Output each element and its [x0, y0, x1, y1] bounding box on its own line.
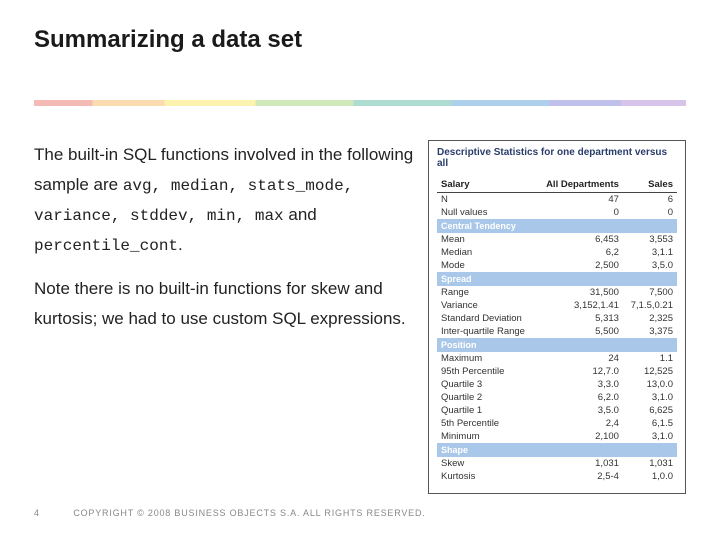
table-caption: Descriptive Statistics for one departmen…	[437, 147, 677, 169]
row-max: Maximum241.1	[437, 352, 677, 365]
slide: Summarizing a data set The built-in SQL …	[0, 0, 720, 540]
rainbow-divider	[34, 100, 686, 106]
slide-footer: 4 COPYRIGHT © 2008 BUSINESS OBJECTS S.A.…	[34, 508, 426, 518]
row-p5: 5th Percentile2,46,1.5	[437, 417, 677, 430]
row-mean: Mean6,4533,553	[437, 233, 677, 246]
row-stddev: Standard Deviation5,3132,325	[437, 312, 677, 325]
section-spread: Spread	[437, 272, 677, 286]
row-q3: Quartile 33,3.013,0.0	[437, 378, 677, 391]
row-q1: Quartile 13,5.06,625	[437, 404, 677, 417]
col-all-departments: All Departments	[536, 177, 623, 193]
row-variance: Variance3,152,1.417,1.5,0.21	[437, 299, 677, 312]
row-median: Median6,23,1.1	[437, 246, 677, 259]
col-salary: Salary	[437, 177, 536, 193]
row-q2: Quartile 26,2.03,1.0	[437, 391, 677, 404]
code-percentile-cont: percentile_cont	[34, 237, 178, 255]
row-iqr: Inter-quartile Range5,5003,375	[437, 325, 677, 338]
row-null: Null values00	[437, 206, 677, 219]
stats-table: Salary All Departments Sales N476 Null v…	[437, 177, 677, 483]
section-central-tendency: Central Tendency	[437, 219, 677, 233]
page-title: Summarizing a data set	[34, 26, 686, 54]
row-mode: Mode2,5003,5.0	[437, 259, 677, 272]
row-n: N476	[437, 193, 677, 206]
stats-table-panel: Descriptive Statistics for one departmen…	[428, 140, 686, 494]
row-range: Range31,5007,500	[437, 286, 677, 299]
section-position: Position	[437, 338, 677, 352]
row-skew: Skew1,0311,031	[437, 457, 677, 470]
row-p95: 95th Percentile12,7.012,525	[437, 365, 677, 378]
slide-body: The built-in SQL functions involved in t…	[34, 140, 686, 494]
section-shape: Shape	[437, 443, 677, 457]
p1-part-b: and	[284, 205, 317, 224]
p1-part-c: .	[178, 235, 183, 254]
table-header-row: Salary All Departments Sales	[437, 177, 677, 193]
page-number: 4	[34, 508, 70, 518]
row-kurtosis: Kurtosis2,5-41,0.0	[437, 470, 677, 483]
paragraph-2: Note there is no built-in functions for …	[34, 274, 414, 334]
paragraph-1: The built-in SQL functions involved in t…	[34, 140, 414, 260]
text-column: The built-in SQL functions involved in t…	[34, 140, 414, 347]
copyright-text: COPYRIGHT © 2008 BUSINESS OBJECTS S.A. A…	[73, 508, 425, 518]
row-min: Minimum2,1003,1.0	[437, 430, 677, 443]
col-sales: Sales	[623, 177, 677, 193]
